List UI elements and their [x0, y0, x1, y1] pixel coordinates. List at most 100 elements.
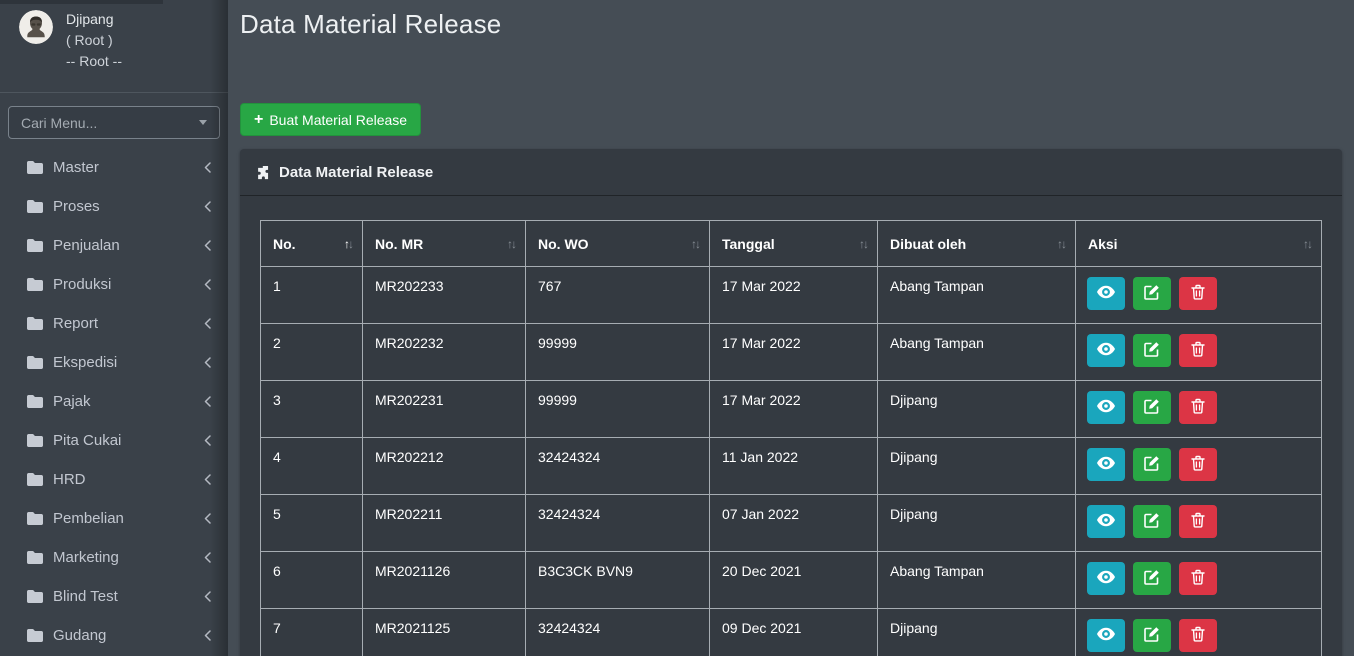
- edit-button[interactable]: [1133, 448, 1171, 481]
- sort-arrows-icon: ↑↓: [1303, 237, 1311, 251]
- cell-tanggal: 20 Dec 2021: [710, 552, 878, 609]
- sidebar-item-pita-cukai[interactable]: Pita Cukai: [0, 421, 228, 460]
- folder-icon: [27, 239, 44, 252]
- cell-dibuat-oleh: Djipang: [878, 438, 1076, 495]
- sidebar-item-marketing[interactable]: Marketing: [0, 538, 228, 577]
- sidebar-item-report[interactable]: Report: [0, 304, 228, 343]
- delete-button[interactable]: [1179, 334, 1217, 367]
- folder-icon: [27, 512, 44, 525]
- delete-button[interactable]: [1179, 391, 1217, 424]
- delete-button[interactable]: [1179, 448, 1217, 481]
- delete-button[interactable]: [1179, 277, 1217, 310]
- column-header-dibuat-oleh[interactable]: Dibuat oleh ↑↓: [878, 221, 1076, 267]
- sidebar-item-label: Marketing: [53, 549, 119, 566]
- column-header-no-wo[interactable]: No. WO ↑↓: [526, 221, 710, 267]
- view-button[interactable]: [1087, 334, 1125, 367]
- column-header-no-mr[interactable]: No. MR ↑↓: [363, 221, 526, 267]
- sidebar-item-proses[interactable]: Proses: [0, 187, 228, 226]
- cell-no: 3: [261, 381, 363, 438]
- edit-pencil-icon: [1144, 398, 1160, 417]
- folder-icon: [27, 317, 44, 330]
- menu-search-select[interactable]: Cari Menu...: [8, 106, 220, 139]
- caret-down-icon: [199, 120, 207, 125]
- chevron-left-icon: [204, 591, 211, 602]
- cell-no: 7: [261, 609, 363, 656]
- trash-icon: [1191, 569, 1205, 588]
- cell-no-mr: MR2021126: [363, 552, 526, 609]
- folder-icon: [27, 356, 44, 369]
- eye-icon: [1097, 342, 1115, 359]
- delete-button[interactable]: [1179, 562, 1217, 595]
- cell-tanggal: 17 Mar 2022: [710, 267, 878, 324]
- cell-no-wo: 767: [526, 267, 710, 324]
- edit-button[interactable]: [1133, 505, 1171, 538]
- folder-icon: [27, 551, 44, 564]
- delete-button[interactable]: [1179, 619, 1217, 652]
- panel-body: No. ↑↓ No. MR ↑↓ No. WO: [240, 196, 1342, 656]
- folder-icon: [27, 629, 44, 642]
- table-row: 6 MR2021126 B3C3CK BVN9 20 Dec 2021 Aban…: [261, 552, 1322, 609]
- create-material-release-button[interactable]: + Buat Material Release: [240, 103, 421, 136]
- eye-icon: [1097, 285, 1115, 302]
- eye-icon: [1097, 456, 1115, 473]
- cell-aksi: [1076, 609, 1322, 656]
- material-release-table: No. ↑↓ No. MR ↑↓ No. WO: [260, 220, 1322, 656]
- user-subrole: -- Root --: [66, 51, 122, 72]
- edit-button[interactable]: [1133, 334, 1171, 367]
- delete-button[interactable]: [1179, 505, 1217, 538]
- cell-no-mr: MR202232: [363, 324, 526, 381]
- view-button[interactable]: [1087, 277, 1125, 310]
- cell-no-wo: 32424324: [526, 438, 710, 495]
- sort-arrows-icon: ↑↓: [507, 237, 515, 251]
- sidebar-item-pembelian[interactable]: Pembelian: [0, 499, 228, 538]
- view-button[interactable]: [1087, 448, 1125, 481]
- sidebar-item-label: Ekspedisi: [53, 354, 117, 371]
- edit-button[interactable]: [1133, 277, 1171, 310]
- table-row: 4 MR202212 32424324 11 Jan 2022 Djipang: [261, 438, 1322, 495]
- view-button[interactable]: [1087, 505, 1125, 538]
- cell-no-mr: MR202211: [363, 495, 526, 552]
- view-button[interactable]: [1087, 619, 1125, 652]
- user-name: Djipang: [66, 9, 122, 30]
- table-row: 2 MR202232 99999 17 Mar 2022 Abang Tampa…: [261, 324, 1322, 381]
- trash-icon: [1191, 455, 1205, 474]
- view-button[interactable]: [1087, 391, 1125, 424]
- edit-button[interactable]: [1133, 562, 1171, 595]
- sidebar-item-gudang[interactable]: Gudang: [0, 616, 228, 655]
- cell-aksi: [1076, 438, 1322, 495]
- table-row: 5 MR202211 32424324 07 Jan 2022 Djipang: [261, 495, 1322, 552]
- edit-pencil-icon: [1144, 512, 1160, 531]
- content-area: Data Material Release + Buat Material Re…: [228, 0, 1354, 656]
- chevron-left-icon: [204, 513, 211, 524]
- edit-button[interactable]: [1133, 619, 1171, 652]
- sidebar-item-blind-test[interactable]: Blind Test: [0, 577, 228, 616]
- sidebar-item-master[interactable]: Master: [0, 148, 228, 187]
- sidebar-item-label: Master: [53, 159, 99, 176]
- column-header-no[interactable]: No. ↑↓: [261, 221, 363, 267]
- chevron-left-icon: [204, 240, 211, 251]
- sidebar-item-ekspedisi[interactable]: Ekspedisi: [0, 343, 228, 382]
- trash-icon: [1191, 284, 1205, 303]
- sidebar-item-produksi[interactable]: Produksi: [0, 265, 228, 304]
- column-header-aksi[interactable]: Aksi ↑↓: [1076, 221, 1322, 267]
- sort-arrows-icon: ↑↓: [344, 237, 352, 251]
- column-header-tanggal[interactable]: Tanggal ↑↓: [710, 221, 878, 267]
- eye-icon: [1097, 627, 1115, 644]
- sidebar-item-label: HRD: [53, 471, 86, 488]
- avatar: [19, 10, 53, 44]
- trash-icon: [1191, 341, 1205, 360]
- cell-no: 4: [261, 438, 363, 495]
- cell-dibuat-oleh: Djipang: [878, 495, 1076, 552]
- cell-no-wo: 99999: [526, 324, 710, 381]
- sidebar-item-hrd[interactable]: HRD: [0, 460, 228, 499]
- sidebar-item-pajak[interactable]: Pajak: [0, 382, 228, 421]
- sort-arrows-icon: ↑↓: [1057, 237, 1065, 251]
- edit-button[interactable]: [1133, 391, 1171, 424]
- folder-icon: [27, 200, 44, 213]
- cell-tanggal: 17 Mar 2022: [710, 324, 878, 381]
- sidebar-item-penjualan[interactable]: Penjualan: [0, 226, 228, 265]
- cell-no-mr: MR202231: [363, 381, 526, 438]
- user-info: Djipang ( Root ) -- Root --: [66, 9, 122, 72]
- view-button[interactable]: [1087, 562, 1125, 595]
- edit-pencil-icon: [1144, 569, 1160, 588]
